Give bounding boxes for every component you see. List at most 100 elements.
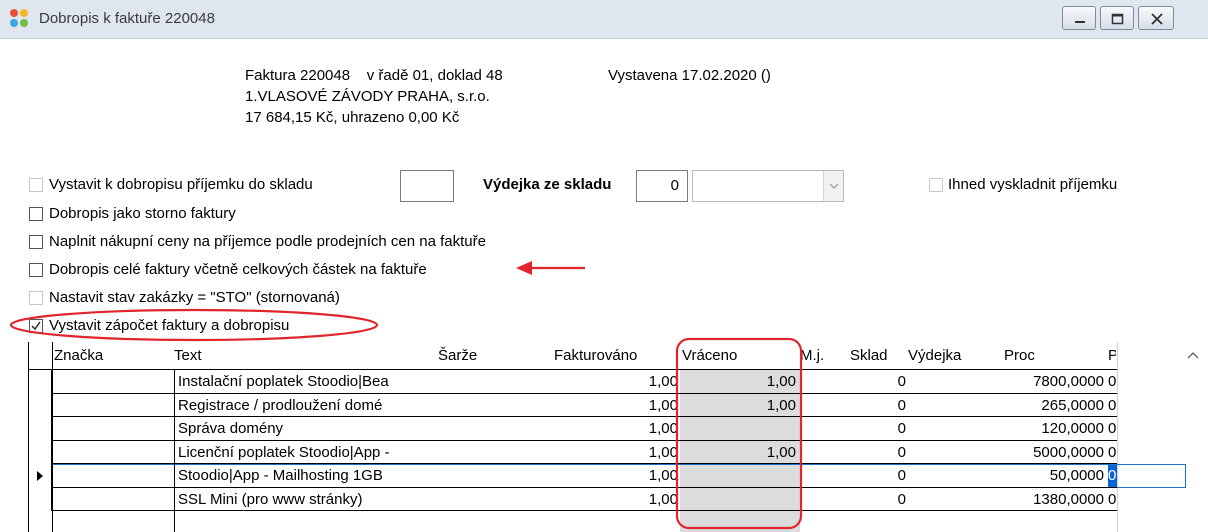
- col-text[interactable]: Text: [174, 342, 434, 369]
- grid-line: [52, 486, 1117, 488]
- cell-text[interactable]: Instalační poplatek Stoodio|Bea: [178, 370, 434, 394]
- cell-vraceno[interactable]: [682, 417, 796, 441]
- cell-znacka[interactable]: [54, 488, 170, 512]
- cell-fakturovano[interactable]: 1,00: [554, 441, 678, 465]
- row-indicator[interactable]: [28, 370, 52, 394]
- cell-mj[interactable]: [800, 441, 840, 465]
- row-indicator[interactable]: [28, 440, 52, 464]
- cell-znacka[interactable]: [54, 417, 170, 441]
- cell-proc[interactable]: 265,0000: [1004, 394, 1104, 418]
- close-button[interactable]: [1138, 6, 1174, 30]
- cell-sarze[interactable]: [438, 417, 548, 441]
- cell-proc[interactable]: 50,0000: [1004, 464, 1104, 488]
- col-proc[interactable]: Proc: [1004, 342, 1104, 369]
- row-indicator[interactable]: [28, 464, 52, 488]
- table-row[interactable]: SSL Mini (pro www stránky) 1,00 0 1380,0000…: [28, 487, 1118, 512]
- cell-text[interactable]: Licenční poplatek Stoodio|App -: [178, 441, 434, 465]
- cell-p[interactable]: 0: [1108, 464, 1117, 488]
- stav-zakazky-checkbox[interactable]: [29, 291, 43, 305]
- vydejka-select[interactable]: [692, 170, 844, 202]
- grid-line: [52, 439, 1117, 441]
- cell-vydejka[interactable]: [912, 370, 1000, 394]
- row-indicator[interactable]: [28, 417, 52, 441]
- cell-mj[interactable]: [800, 464, 840, 488]
- col-p[interactable]: P: [1108, 342, 1116, 369]
- vydejka-input[interactable]: 0: [636, 170, 688, 202]
- col-sklad[interactable]: Sklad: [850, 342, 902, 369]
- cell-p[interactable]: 0: [1108, 394, 1117, 418]
- cell-mj[interactable]: [800, 488, 840, 512]
- col-vydejka[interactable]: Výdejka: [908, 342, 998, 369]
- cele-faktury-checkbox[interactable]: [29, 263, 43, 277]
- cell-vydejka[interactable]: [912, 488, 1000, 512]
- cell-fakturovano[interactable]: 1,00: [554, 370, 678, 394]
- cell-sklad[interactable]: 0: [840, 417, 906, 441]
- col-sarze[interactable]: Šarže: [438, 342, 548, 369]
- cell-mj[interactable]: [800, 370, 840, 394]
- cell-sarze[interactable]: [438, 488, 548, 512]
- cell-sklad[interactable]: 0: [840, 441, 906, 465]
- cell-vraceno[interactable]: 1,00: [682, 441, 796, 465]
- cell-p[interactable]: 0: [1108, 488, 1117, 512]
- cell-vydejka[interactable]: [912, 441, 1000, 465]
- prijemka-sklad-input[interactable]: [400, 170, 454, 202]
- cell-znacka[interactable]: [54, 441, 170, 465]
- cell-vraceno[interactable]: [682, 488, 796, 512]
- cell-sarze[interactable]: [438, 370, 548, 394]
- naplnit-checkbox[interactable]: [29, 235, 43, 249]
- cell-znacka[interactable]: [54, 394, 170, 418]
- col-fakturovano[interactable]: Fakturováno: [554, 342, 679, 369]
- cell-fakturovano[interactable]: 1,00: [554, 417, 678, 441]
- cell-vydejka[interactable]: [912, 394, 1000, 418]
- chevron-up-icon[interactable]: [1186, 350, 1200, 360]
- cell-mj[interactable]: [800, 417, 840, 441]
- cell-sklad[interactable]: 0: [840, 394, 906, 418]
- col-znacka[interactable]: Značka: [54, 342, 194, 369]
- dropdown-button[interactable]: [823, 171, 843, 201]
- zapocet-checkbox[interactable]: [29, 319, 43, 333]
- prijemka-checkbox[interactable]: [29, 178, 43, 192]
- table-row[interactable]: Stoodio|App - Mailhosting 1GB 1,00 0 50,000…: [28, 464, 1186, 488]
- minimize-button[interactable]: [1062, 6, 1096, 30]
- cell-sklad[interactable]: 0: [840, 370, 906, 394]
- cell-znacka[interactable]: [54, 464, 170, 488]
- cell-sklad[interactable]: 0: [840, 488, 906, 512]
- cell-proc[interactable]: 7800,0000: [1004, 370, 1104, 394]
- table-row[interactable]: Instalační poplatek Stoodio|Bea 1,00 1,00 0…: [28, 370, 1118, 394]
- cell-text[interactable]: Stoodio|App - Mailhosting 1GB: [178, 464, 434, 488]
- cell-text[interactable]: SSL Mini (pro www stránky): [178, 488, 434, 512]
- items-table[interactable]: Značka Text Šarže Fakturováno Vráceno M.…: [28, 342, 1208, 532]
- cell-vydejka[interactable]: [912, 417, 1000, 441]
- cell-znacka[interactable]: [54, 370, 170, 394]
- cell-proc[interactable]: 1380,0000: [1004, 488, 1104, 512]
- cell-fakturovano[interactable]: 1,00: [554, 394, 678, 418]
- cell-text[interactable]: Správa domény: [178, 417, 434, 441]
- table-row[interactable]: Licenční poplatek Stoodio|App - 1,00 1,00 0…: [28, 440, 1118, 465]
- maximize-button[interactable]: [1100, 6, 1134, 30]
- cell-sarze[interactable]: [438, 464, 548, 488]
- cell-proc[interactable]: 120,0000: [1004, 417, 1104, 441]
- storno-checkbox[interactable]: [29, 207, 43, 221]
- cell-p[interactable]: 0: [1108, 417, 1117, 441]
- cell-mj[interactable]: [800, 394, 840, 418]
- cell-sklad[interactable]: 0: [840, 464, 906, 488]
- cell-sarze[interactable]: [438, 394, 548, 418]
- cell-text[interactable]: Registrace / prodloužení domé: [178, 394, 434, 418]
- row-indicator[interactable]: [28, 487, 52, 511]
- cell-vraceno[interactable]: [682, 464, 796, 488]
- row-indicator[interactable]: [28, 393, 52, 417]
- cell-p[interactable]: 0: [1108, 370, 1117, 394]
- ihned-checkbox[interactable]: [929, 178, 943, 192]
- cell-vraceno[interactable]: 1,00: [682, 394, 796, 418]
- table-row[interactable]: Registrace / prodloužení domé 1,00 1,00 0 26…: [28, 393, 1118, 418]
- cell-vraceno[interactable]: 1,00: [682, 370, 796, 394]
- cell-fakturovano[interactable]: 1,00: [554, 488, 678, 512]
- col-vraceno[interactable]: Vráceno: [682, 342, 798, 369]
- col-mj[interactable]: M.j.: [800, 342, 840, 369]
- cell-sarze[interactable]: [438, 441, 548, 465]
- cell-proc[interactable]: 5000,0000: [1004, 441, 1104, 465]
- table-row[interactable]: Správa domény 1,00 0 120,0000 0: [28, 417, 1118, 441]
- cell-p[interactable]: 0: [1108, 441, 1117, 465]
- cell-vydejka[interactable]: [912, 464, 1000, 488]
- cell-fakturovano[interactable]: 1,00: [554, 464, 678, 488]
